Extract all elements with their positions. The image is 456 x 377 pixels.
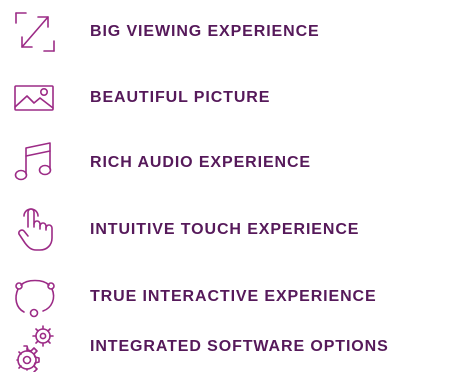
feature-list: BIG VIEWING EXPERIENCE BEAUTIFUL PICTURE (0, 0, 456, 377)
feature-item-true-interactive: TRUE INTERACTIVE EXPERIENCE (0, 272, 456, 322)
feature-item-rich-audio: RICH AUDIO EXPERIENCE (0, 138, 456, 188)
gears-icon (12, 322, 58, 372)
feature-label: INTUITIVE TOUCH EXPERIENCE (90, 221, 360, 238)
feature-label: BIG VIEWING EXPERIENCE (90, 23, 320, 40)
music-note-icon (12, 138, 58, 188)
feature-item-big-viewing: BIG VIEWING EXPERIENCE (0, 7, 456, 57)
feature-label: TRUE INTERACTIVE EXPERIENCE (90, 288, 377, 305)
picture-icon (12, 73, 58, 123)
expand-arrows-icon (12, 7, 58, 57)
feature-item-integrated-software: INTEGRATED SOFTWARE OPTIONS (0, 322, 456, 372)
touch-hand-icon (12, 205, 58, 255)
feature-label: BEAUTIFUL PICTURE (90, 89, 271, 106)
feature-item-beautiful-picture: BEAUTIFUL PICTURE (0, 73, 456, 123)
network-nodes-icon (12, 272, 58, 322)
feature-label: INTEGRATED SOFTWARE OPTIONS (90, 338, 389, 355)
feature-item-intuitive-touch: INTUITIVE TOUCH EXPERIENCE (0, 205, 456, 255)
feature-label: RICH AUDIO EXPERIENCE (90, 154, 312, 171)
